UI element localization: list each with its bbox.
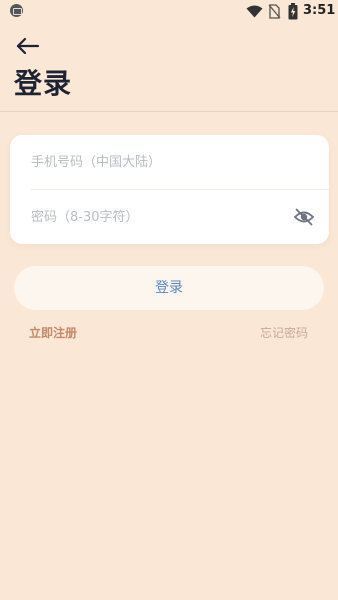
app-notification-icon: [10, 4, 23, 17]
wifi-icon: [246, 5, 263, 18]
status-time: 3:51: [303, 3, 336, 18]
password-input[interactable]: [31, 190, 291, 244]
back-button[interactable]: [12, 32, 44, 60]
phone-field: [10, 135, 329, 189]
page-title: 登录: [14, 67, 73, 100]
eye-off-icon[interactable]: [293, 206, 315, 228]
phone-input[interactable]: [31, 135, 291, 189]
battery-charging-icon: [288, 3, 298, 20]
arrow-left-icon: [16, 37, 40, 55]
status-bar: 3:51: [0, 0, 338, 24]
password-field: [10, 190, 329, 244]
no-sim-icon: [268, 4, 281, 19]
header-divider: [0, 111, 338, 112]
register-link[interactable]: 立即注册: [29, 324, 77, 342]
login-button[interactable]: 登录: [14, 266, 324, 310]
login-form-card: [10, 135, 329, 244]
forgot-password-link[interactable]: 忘记密码: [260, 324, 308, 342]
